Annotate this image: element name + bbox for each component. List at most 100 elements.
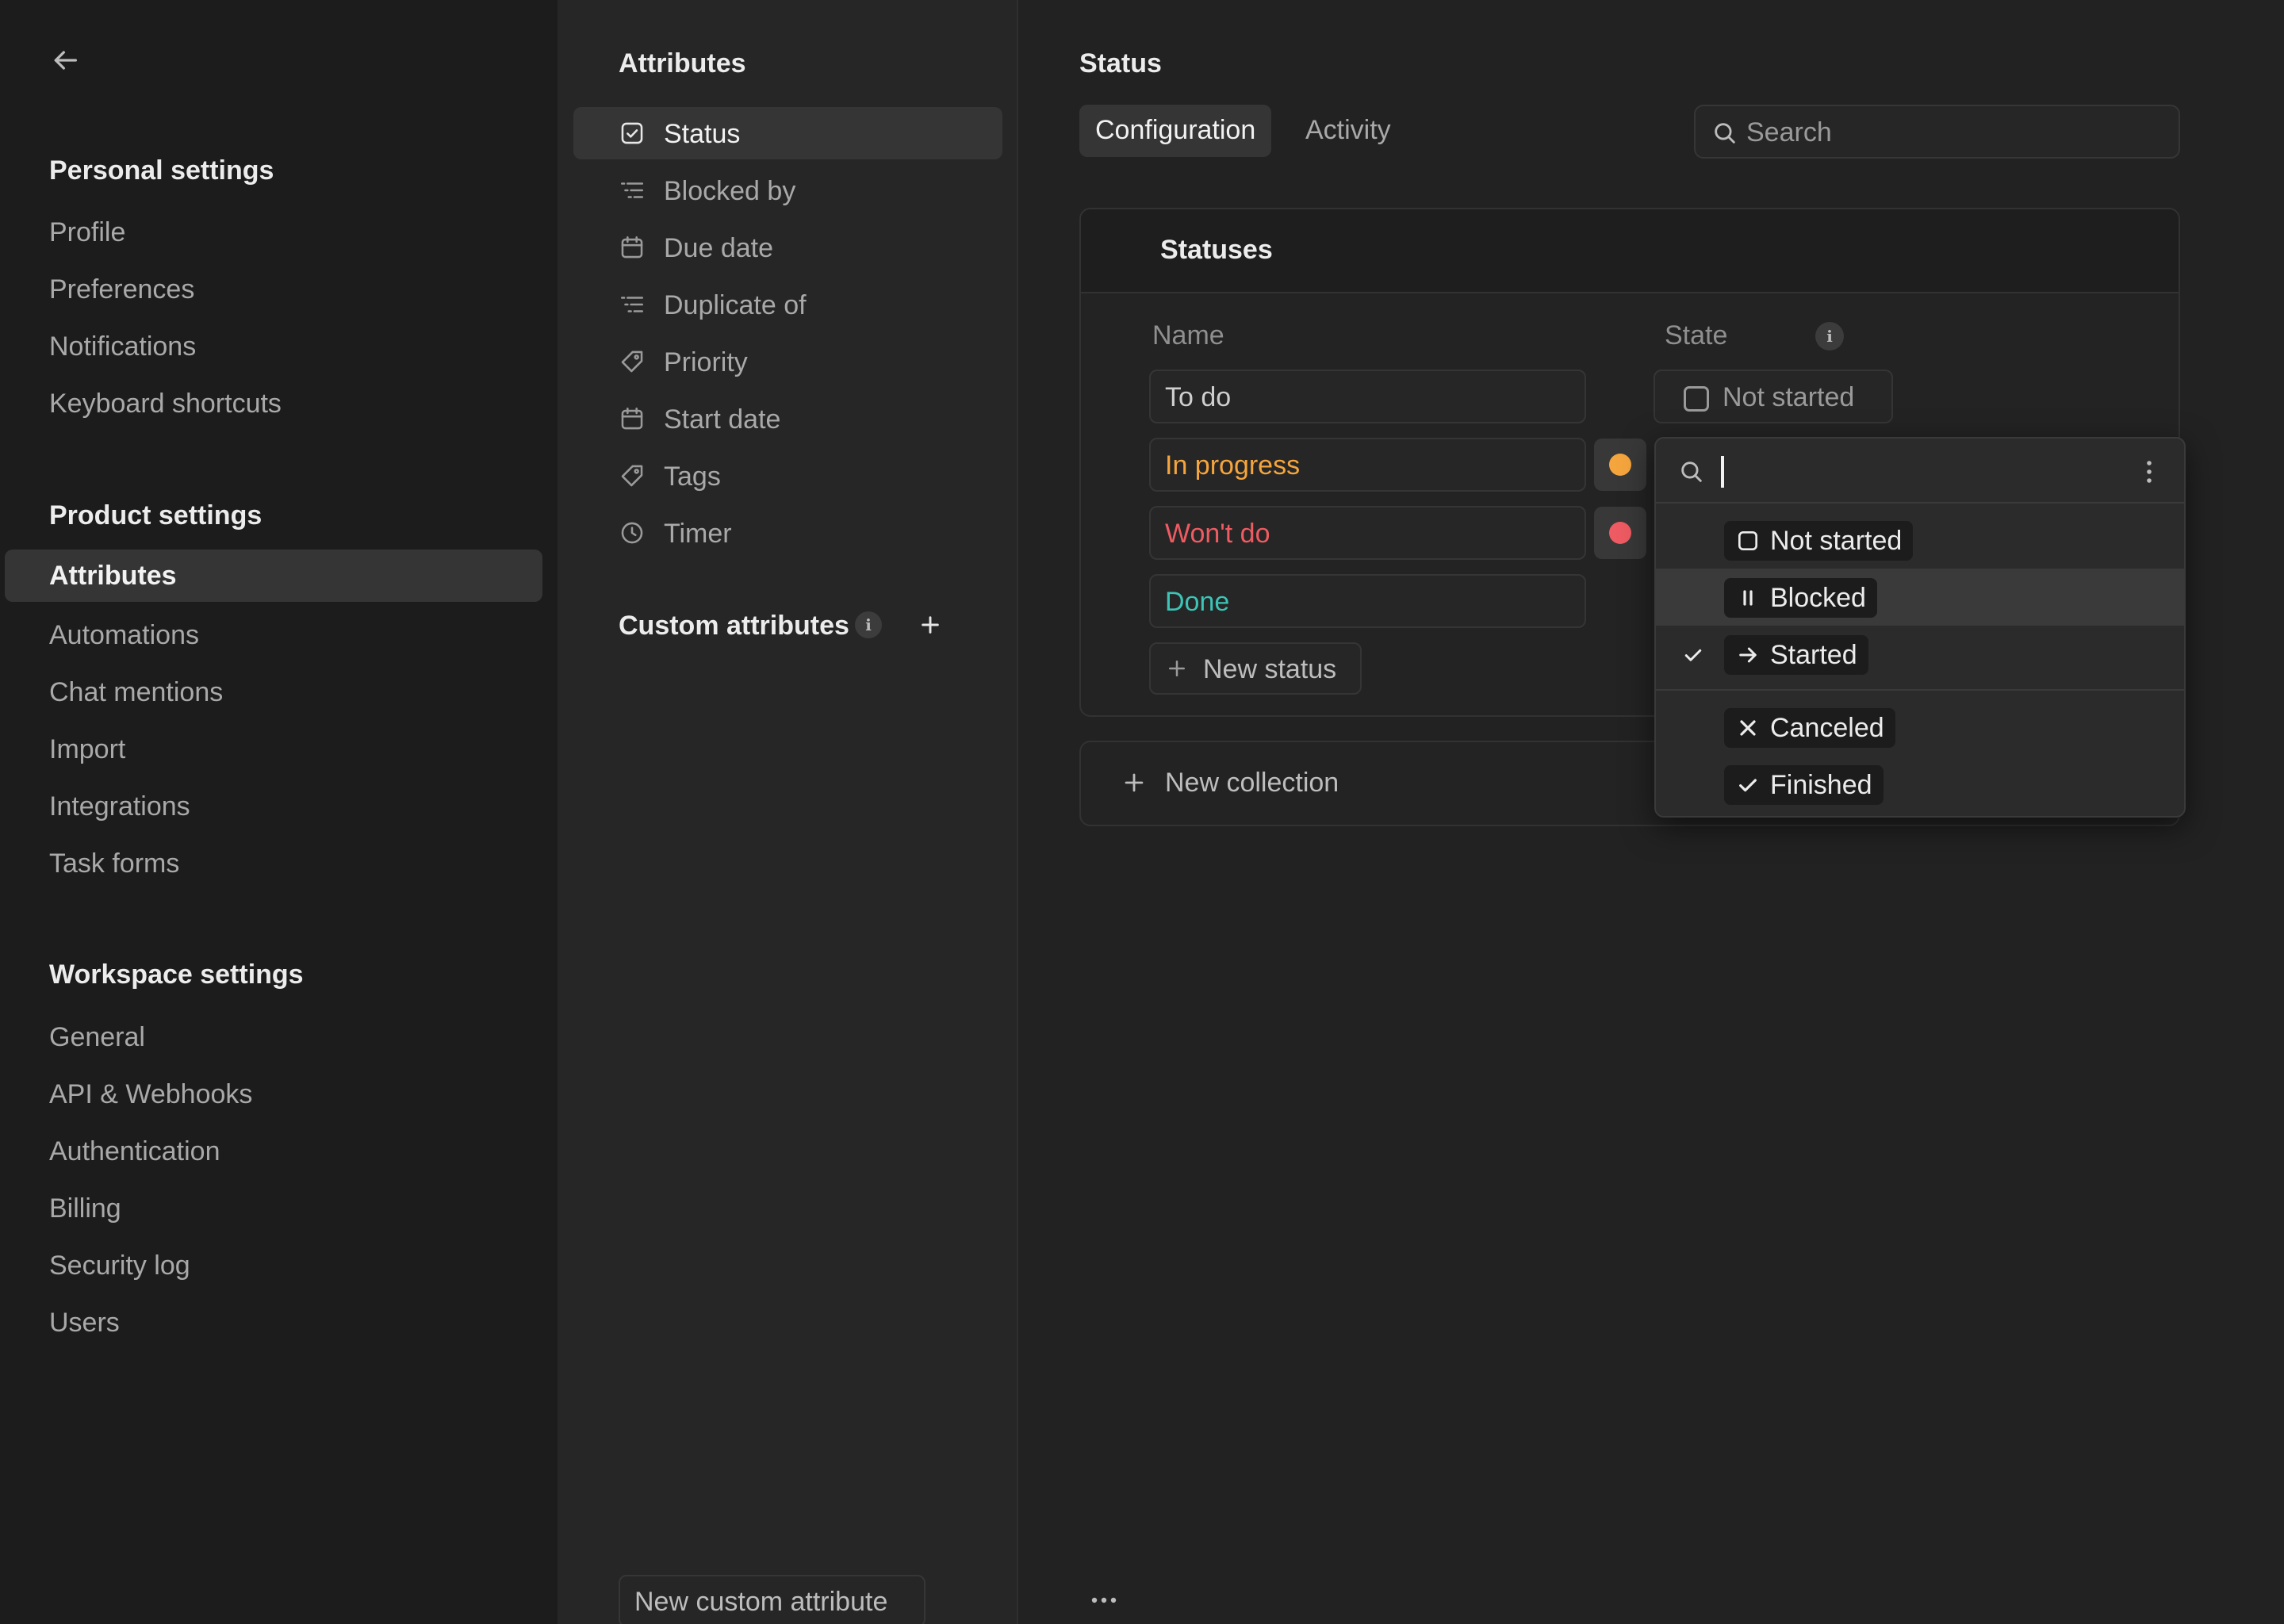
state-chip: Blocked bbox=[1724, 578, 1877, 618]
sidebar-item-users[interactable]: Users bbox=[49, 1308, 120, 1339]
attribute-label: Duplicate of bbox=[664, 290, 807, 320]
attributes-title: Attributes bbox=[619, 48, 746, 79]
attribute-item-status[interactable]: Status bbox=[573, 107, 1002, 159]
sidebar-item-automations[interactable]: Automations bbox=[49, 620, 199, 651]
sidebar-item-label: Attributes bbox=[49, 561, 177, 591]
sidebar-item-security-log[interactable]: Security log bbox=[49, 1251, 190, 1281]
state-chip: Started bbox=[1724, 635, 1868, 675]
personal-settings-heading: Personal settings bbox=[49, 155, 274, 186]
pause-icon bbox=[1743, 590, 1753, 606]
text-cursor bbox=[1721, 456, 1724, 488]
clock-icon bbox=[621, 522, 643, 544]
sidebar-item-integrations[interactable]: Integrations bbox=[49, 791, 190, 822]
check-square-icon bbox=[621, 122, 643, 144]
calendar-icon bbox=[621, 236, 643, 259]
relation-list-icon bbox=[620, 182, 644, 198]
attribute-item-duplicate-of[interactable]: Duplicate of bbox=[573, 278, 1002, 331]
status-name-field-done[interactable]: Done bbox=[1149, 574, 1586, 628]
plus-icon bbox=[1125, 773, 1144, 792]
sidebar-item-api-webhooks[interactable]: API & Webhooks bbox=[49, 1079, 252, 1110]
dropdown-menu-button[interactable] bbox=[2132, 454, 2167, 489]
sidebar-item-authentication[interactable]: Authentication bbox=[49, 1136, 220, 1167]
state-label: Not started bbox=[1723, 382, 1855, 412]
vertical-ellipsis-icon bbox=[2147, 461, 2152, 483]
settings-sidebar: Personal settings Profile Preferences No… bbox=[0, 0, 558, 1624]
dropdown-search bbox=[1656, 439, 2184, 504]
sidebar-item-preferences[interactable]: Preferences bbox=[49, 274, 194, 305]
state-dropdown: Not started Blocked Started Canceled Fin… bbox=[1654, 437, 2186, 818]
state-option-finished[interactable]: Finished bbox=[1656, 756, 2184, 813]
state-column-header: State bbox=[1665, 320, 1728, 350]
sidebar-item-notifications[interactable]: Notifications bbox=[49, 331, 196, 362]
square-icon bbox=[1738, 531, 1757, 550]
product-settings-heading: Product settings bbox=[49, 500, 263, 530]
new-status-button[interactable]: New status bbox=[1149, 642, 1362, 695]
state-option-label: Canceled bbox=[1770, 713, 1884, 743]
search-icon bbox=[1715, 123, 1735, 144]
attribute-item-tags[interactable]: Tags bbox=[573, 450, 1002, 502]
sidebar-item-billing[interactable]: Billing bbox=[49, 1193, 121, 1224]
attribute-item-priority[interactable]: Priority bbox=[573, 335, 1002, 388]
attribute-item-due-date[interactable]: Due date bbox=[573, 221, 1002, 274]
sidebar-item-chat-mentions[interactable]: Chat mentions bbox=[49, 677, 223, 708]
tag-icon bbox=[621, 465, 643, 487]
sidebar-item-import[interactable]: Import bbox=[49, 734, 125, 765]
new-collection-label: New collection bbox=[1165, 768, 1339, 798]
more-options-button[interactable] bbox=[1080, 1584, 1128, 1616]
dropdown-search-input[interactable] bbox=[1721, 451, 2102, 491]
state-option-blocked[interactable]: Blocked bbox=[1656, 569, 2184, 626]
back-button[interactable] bbox=[46, 41, 84, 79]
attribute-item-blocked-by[interactable]: Blocked by bbox=[573, 164, 1002, 216]
info-icon[interactable]: i bbox=[1815, 322, 1844, 350]
dropdown-divider bbox=[1656, 689, 2184, 691]
square-icon bbox=[1684, 386, 1709, 412]
tag-icon bbox=[621, 350, 643, 373]
state-chip: Not started bbox=[1724, 521, 1914, 561]
custom-attributes-heading: Custom attributes bbox=[619, 611, 849, 641]
attributes-panel: Attributes Status Blocked by Due date Du… bbox=[558, 0, 1018, 1624]
status-name-field-to-do[interactable]: To do bbox=[1149, 370, 1586, 423]
attribute-label: Start date bbox=[664, 404, 781, 435]
sidebar-item-keyboard-shortcuts[interactable]: Keyboard shortcuts bbox=[49, 389, 282, 419]
state-option-label: Not started bbox=[1770, 526, 1903, 556]
status-name-field-wont-do[interactable]: Won't do bbox=[1149, 506, 1586, 560]
calendar-icon bbox=[621, 407, 643, 430]
search-input[interactable] bbox=[1746, 114, 2159, 151]
arrow-right-icon bbox=[1739, 647, 1757, 663]
plus-icon bbox=[1169, 661, 1185, 676]
state-chip: Canceled bbox=[1724, 708, 1895, 748]
attribute-label: Tags bbox=[664, 462, 721, 492]
statuses-card-header: Statuses bbox=[1081, 209, 2179, 293]
workspace-settings-heading: Workspace settings bbox=[49, 959, 304, 990]
sidebar-item-profile[interactable]: Profile bbox=[49, 217, 125, 248]
tab-activity[interactable]: Activity bbox=[1290, 105, 1407, 157]
state-option-label: Finished bbox=[1770, 770, 1872, 800]
new-custom-attribute-button[interactable]: New custom attribute bbox=[619, 1575, 925, 1624]
status-name-field-in-progress[interactable]: In progress bbox=[1149, 438, 1586, 492]
page-title: Status bbox=[1079, 48, 1162, 79]
tab-configuration[interactable]: Configuration bbox=[1079, 105, 1272, 157]
check-icon bbox=[1684, 649, 1702, 661]
attribute-label: Status bbox=[664, 119, 741, 149]
info-icon[interactable]: i bbox=[855, 611, 882, 638]
plus-icon bbox=[922, 616, 939, 634]
new-status-label: New status bbox=[1203, 654, 1337, 684]
attribute-label: Blocked by bbox=[664, 176, 796, 206]
name-column-header: Name bbox=[1152, 320, 1224, 350]
state-option-label: Blocked bbox=[1770, 583, 1866, 613]
arrow-left-icon bbox=[54, 51, 78, 70]
attribute-item-timer[interactable]: Timer bbox=[573, 507, 1002, 559]
state-option-not-started[interactable]: Not started bbox=[1656, 511, 2184, 569]
sidebar-item-attributes[interactable]: Attributes bbox=[5, 550, 542, 602]
add-custom-attribute-button[interactable] bbox=[913, 607, 948, 642]
state-option-canceled[interactable]: Canceled bbox=[1656, 699, 2184, 756]
check-icon bbox=[1739, 779, 1757, 792]
sidebar-item-task-forms[interactable]: Task forms bbox=[49, 848, 179, 879]
state-option-started[interactable]: Started bbox=[1656, 626, 2184, 683]
sidebar-item-general[interactable]: General bbox=[49, 1022, 145, 1053]
color-swatch bbox=[1609, 522, 1631, 544]
attribute-item-start-date[interactable]: Start date bbox=[573, 393, 1002, 445]
color-picker-button[interactable] bbox=[1594, 439, 1646, 491]
state-select-to-do[interactable]: Not started bbox=[1654, 370, 1893, 423]
color-picker-button[interactable] bbox=[1594, 507, 1646, 559]
